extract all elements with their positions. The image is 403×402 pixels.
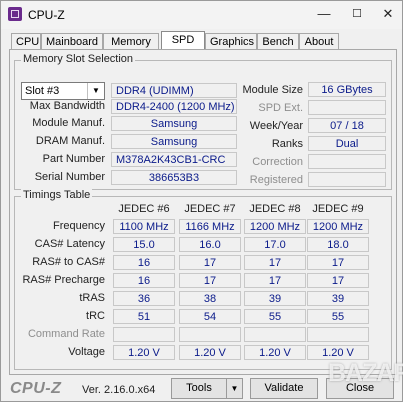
cpuz-window: CPU-Z — ☐ ✕ CPU Mainboard Memory Graphic… xyxy=(0,0,403,402)
timings-row-label: tRAS xyxy=(79,292,105,304)
timings-cell: 39 xyxy=(244,291,306,306)
timings-cell: 1166 MHz xyxy=(179,219,241,234)
registered-label: Registered xyxy=(249,174,303,186)
serial-number-label: Serial Number xyxy=(34,171,105,183)
slot-select[interactable]: Slot #3 ▼ xyxy=(21,82,105,100)
timings-cell: 17 xyxy=(179,255,241,270)
timings-cell: 38 xyxy=(179,291,241,306)
timings-column-header: JEDEC #6 xyxy=(118,203,170,215)
timings-cell: 15.0 xyxy=(113,237,175,252)
dram-manuf-label: DRAM Manuf. xyxy=(35,135,105,147)
memory-slot-group: Memory Slot Selection Slot #3 ▼ DDR4 (UD… xyxy=(14,53,392,190)
timings-cell: 36 xyxy=(113,291,175,306)
timings-cell: 17 xyxy=(179,273,241,288)
timings-cell: 1200 MHz xyxy=(244,219,306,234)
close-window-button[interactable]: ✕ xyxy=(377,5,399,23)
timings-cell: 55 xyxy=(244,309,306,324)
timings-cell: 17 xyxy=(307,273,369,288)
timings-cell: 17 xyxy=(307,255,369,270)
spd-ext-label: SPD Ext. xyxy=(258,102,303,114)
ranks-label: Ranks xyxy=(271,138,303,150)
timings-cell xyxy=(113,327,175,342)
module-manuf-value: Samsung xyxy=(111,116,237,131)
timings-cell: 16 xyxy=(113,273,175,288)
cpuz-logo: CPU-Z xyxy=(10,380,62,397)
timings-row-label: tRC xyxy=(86,310,105,322)
tab-about[interactable]: About xyxy=(299,33,339,49)
timings-row-label: Voltage xyxy=(68,346,105,358)
timings-row-label: RAS# to CAS# xyxy=(32,256,105,268)
timings-cell: 39 xyxy=(307,291,369,306)
max-bandwidth-label: Max Bandwidth xyxy=(29,100,105,112)
maximize-button[interactable]: ☐ xyxy=(346,5,368,23)
tab-memory[interactable]: Memory xyxy=(103,33,159,49)
tab-spd[interactable]: SPD xyxy=(161,31,205,50)
week-year-value: 07 / 18 xyxy=(308,118,386,133)
timings-cell xyxy=(244,327,306,342)
correction-label: Correction xyxy=(252,156,303,168)
timings-cell xyxy=(307,327,369,342)
timings-cell: 1.20 V xyxy=(307,345,369,360)
tab-graphics[interactable]: Graphics xyxy=(205,33,257,49)
spd-panel: Memory Slot Selection Slot #3 ▼ DDR4 (UD… xyxy=(9,49,397,375)
bazar-watermark: BAZAR xyxy=(328,359,403,387)
timings-cell: 55 xyxy=(307,309,369,324)
timings-cell: 1200 MHz xyxy=(307,219,369,234)
week-year-label: Week/Year xyxy=(249,120,303,132)
part-number-value: M378A2K43CB1-CRC xyxy=(111,152,237,167)
title-bar: CPU-Z — ☐ ✕ xyxy=(1,1,402,29)
slot-select-value: Slot #3 xyxy=(25,85,60,97)
memory-type: DDR4 (UDIMM) xyxy=(111,83,237,98)
timings-cell: 17 xyxy=(244,255,306,270)
correction-value xyxy=(308,154,386,169)
timings-cell: 1.20 V xyxy=(244,345,306,360)
spd-ext-value xyxy=(308,100,386,115)
timings-column-header: JEDEC #7 xyxy=(184,203,236,215)
chevron-down-icon: ▼ xyxy=(87,83,104,99)
timings-group-title: Timings Table xyxy=(21,189,93,201)
tools-dropdown-arrow-icon[interactable]: ▼ xyxy=(226,378,243,399)
validate-button[interactable]: Validate xyxy=(250,378,318,399)
timings-column-header: JEDEC #9 xyxy=(312,203,364,215)
max-bandwidth-value: DDR4-2400 (1200 MHz) xyxy=(111,99,237,114)
timings-row-label: Frequency xyxy=(53,220,105,232)
memory-slot-group-title: Memory Slot Selection xyxy=(21,53,136,65)
version-text: Ver. 2.16.0.x64 xyxy=(82,384,156,396)
timings-cell xyxy=(179,327,241,342)
timings-cell: 18.0 xyxy=(307,237,369,252)
timings-cell: 16.0 xyxy=(179,237,241,252)
minimize-button[interactable]: — xyxy=(313,5,335,23)
tab-mainboard[interactable]: Mainboard xyxy=(41,33,103,49)
ranks-value: Dual xyxy=(308,136,386,151)
tab-bench[interactable]: Bench xyxy=(257,33,299,49)
timings-cell: 1100 MHz xyxy=(113,219,175,234)
module-size-label: Module Size xyxy=(242,84,303,96)
dram-manuf-value: Samsung xyxy=(111,134,237,149)
timings-column-header: JEDEC #8 xyxy=(249,203,301,215)
registered-value xyxy=(308,172,386,187)
timings-group: Timings Table JEDEC #6 JEDEC #7 JEDEC #8 JE… xyxy=(14,189,392,370)
window-title: CPU-Z xyxy=(28,8,65,22)
serial-number-value: 386653B3 xyxy=(111,170,237,185)
timings-cell: 51 xyxy=(113,309,175,324)
cpuz-app-icon xyxy=(8,7,22,21)
timings-row-label: CAS# Latency xyxy=(34,238,105,250)
timings-cell: 16 xyxy=(113,255,175,270)
timings-cell: 17.0 xyxy=(244,237,306,252)
tab-cpu[interactable]: CPU xyxy=(11,33,41,49)
timings-row-label: RAS# Precharge xyxy=(22,274,105,286)
tools-button[interactable]: Tools xyxy=(171,378,227,399)
timings-cell: 17 xyxy=(244,273,306,288)
module-size-value: 16 GBytes xyxy=(308,82,386,97)
timings-cell: 54 xyxy=(179,309,241,324)
part-number-label: Part Number xyxy=(42,153,105,165)
module-manuf-label: Module Manuf. xyxy=(32,117,105,129)
timings-cell: 1.20 V xyxy=(113,345,175,360)
timings-cell: 1.20 V xyxy=(179,345,241,360)
timings-row-label: Command Rate xyxy=(27,328,105,340)
